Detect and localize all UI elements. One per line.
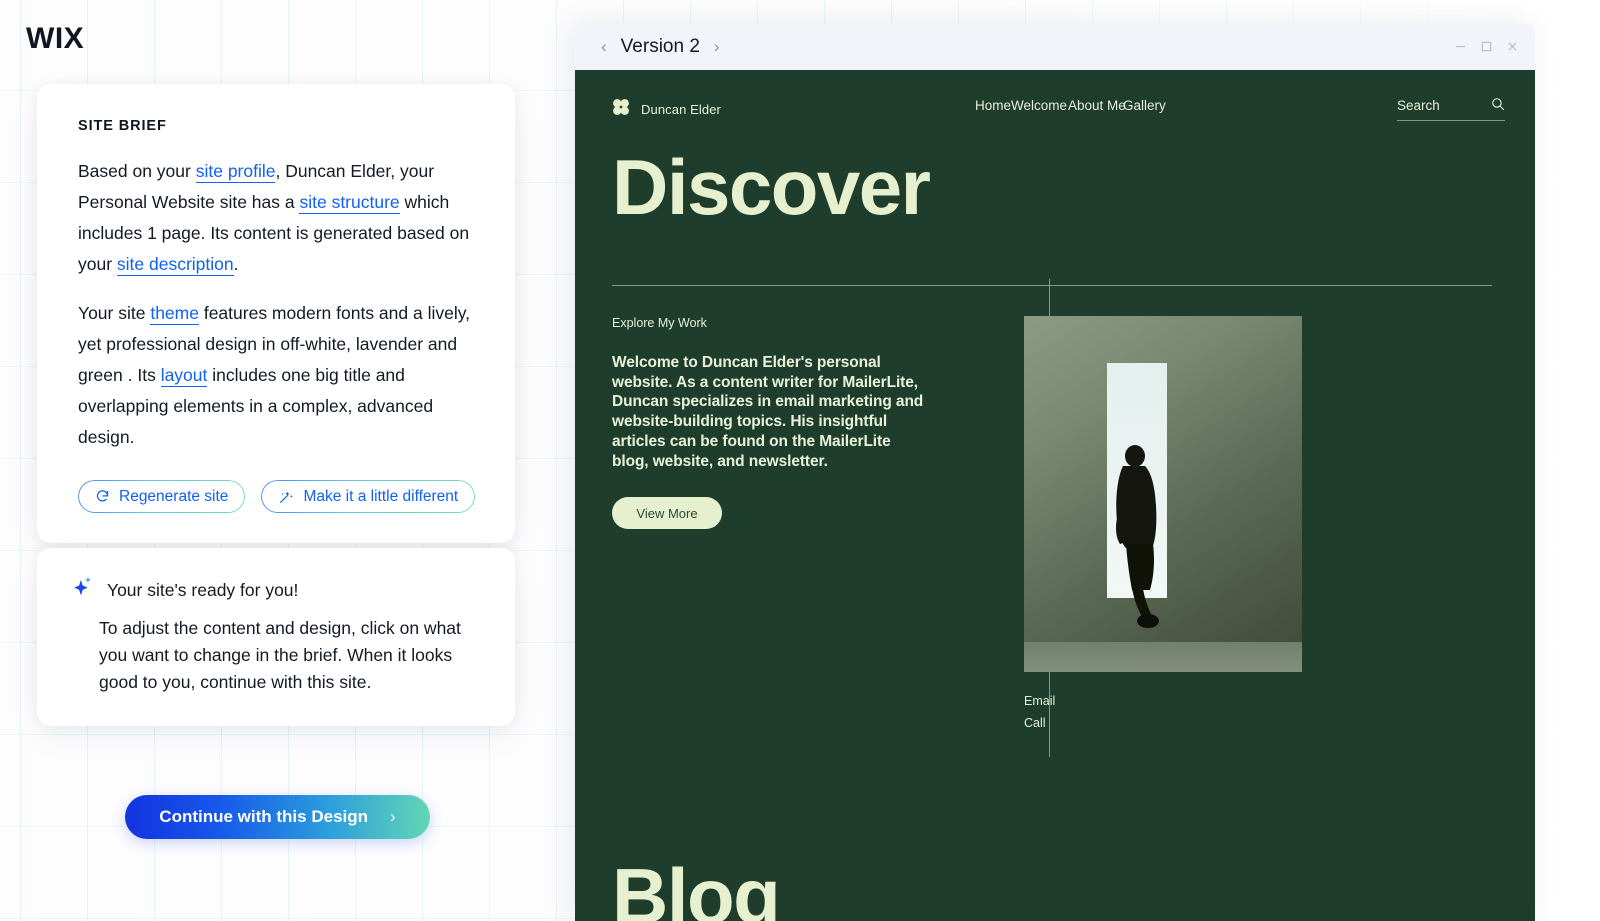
screen-root: WIX SITE BRIEF Based on your site profil…	[0, 0, 1600, 921]
site-hero-title: Discover	[612, 143, 931, 231]
site-ready-card: Your site's ready for you! To adjust the…	[37, 548, 515, 726]
site-lead-paragraph: Welcome to Duncan Elder's personal websi…	[612, 354, 924, 470]
search-icon[interactable]	[1491, 97, 1505, 114]
brief-p2-text-a: Your site	[78, 303, 151, 323]
nav-item-about-me[interactable]: About Me	[1068, 98, 1126, 113]
link-site-profile[interactable]: site profile	[195, 161, 276, 183]
continue-with-design-label: Continue with this Design	[159, 807, 369, 826]
brief-p1-text-d: .	[233, 254, 239, 274]
regenerate-site-label: Regenerate site	[119, 487, 229, 505]
site-search-placeholder: Search	[1397, 98, 1440, 113]
site-search-field[interactable]: Search	[1397, 97, 1505, 121]
link-theme[interactable]: theme	[150, 303, 199, 325]
brief-paragraph-2: Your site theme features modern fonts an…	[78, 298, 475, 453]
walking-figure-silhouette	[1116, 445, 1159, 628]
site-header: Duncan Elder Home Welcome About Me Galle…	[575, 70, 1535, 126]
close-icon[interactable]	[1506, 40, 1519, 53]
maximize-icon[interactable]	[1480, 40, 1493, 53]
site-brand[interactable]: Duncan Elder	[611, 97, 721, 122]
brief-paragraph-1: Based on your site profile, Duncan Elder…	[78, 156, 475, 280]
link-site-structure[interactable]: site structure	[299, 192, 400, 214]
link-site-description[interactable]: site description	[116, 254, 234, 276]
site-content-columns: Explore My Work Welcome to Duncan Elder'…	[575, 279, 1535, 757]
previous-version-button[interactable]: ‹	[601, 37, 607, 57]
site-intro-column: Explore My Work Welcome to Duncan Elder'…	[575, 316, 995, 738]
brief-action-row: Regenerate site Make it a little differe…	[78, 480, 476, 513]
site-ready-body: To adjust the content and design, click …	[99, 618, 461, 692]
make-it-different-label: Make it a little different	[303, 487, 459, 505]
site-media-column: Email Call	[995, 316, 1302, 738]
person-walking-through-doorway-photo	[1024, 316, 1302, 672]
contact-call[interactable]: Call	[1024, 716, 1302, 730]
generated-site-canvas: Duncan Elder Home Welcome About Me Galle…	[575, 70, 1535, 921]
site-preview-window: ‹ Version 2 › Duncan Elder Home Welcome …	[575, 23, 1535, 921]
brief-p1-text-a: Based on your	[78, 161, 196, 181]
version-navigator: ‹ Version 2 ›	[601, 36, 720, 58]
magic-wand-icon	[278, 489, 294, 505]
clover-logo-icon	[611, 97, 631, 122]
minimize-icon[interactable]	[1454, 40, 1467, 53]
regenerate-site-button[interactable]: Regenerate site	[78, 480, 246, 513]
site-ready-header: Your site's ready for you!	[73, 576, 475, 603]
nav-item-welcome[interactable]: Welcome	[1011, 98, 1067, 113]
site-blog-title: Blog	[612, 852, 781, 921]
site-ready-title: Your site's ready for you!	[107, 580, 299, 600]
next-version-button[interactable]: ›	[714, 37, 720, 57]
chevron-right-icon: ›	[390, 807, 396, 826]
version-label: Version 2	[620, 35, 700, 57]
refresh-icon	[95, 489, 110, 504]
site-eyebrow: Explore My Work	[612, 316, 707, 330]
site-brief-card: SITE BRIEF Based on your site profile, D…	[37, 84, 515, 543]
sparkle-icon	[73, 576, 93, 603]
make-it-different-button[interactable]: Make it a little different	[261, 480, 476, 513]
site-brand-name: Duncan Elder	[641, 101, 721, 117]
site-brief-heading: SITE BRIEF	[78, 118, 167, 134]
nav-item-home[interactable]: Home	[975, 98, 1011, 113]
nav-item-gallery[interactable]: Gallery	[1123, 98, 1166, 113]
contact-email[interactable]: Email	[1024, 694, 1302, 708]
wix-logo[interactable]: WIX	[26, 22, 84, 56]
continue-with-design-button[interactable]: Continue with this Design ›	[125, 795, 430, 839]
link-layout[interactable]: layout	[160, 365, 208, 387]
view-more-button[interactable]: View More	[612, 497, 722, 530]
preview-window-titlebar: ‹ Version 2 ›	[575, 23, 1535, 70]
site-contact-list: Email Call	[1024, 694, 1302, 730]
window-controls	[1454, 40, 1519, 53]
floor-strip	[1024, 642, 1302, 672]
